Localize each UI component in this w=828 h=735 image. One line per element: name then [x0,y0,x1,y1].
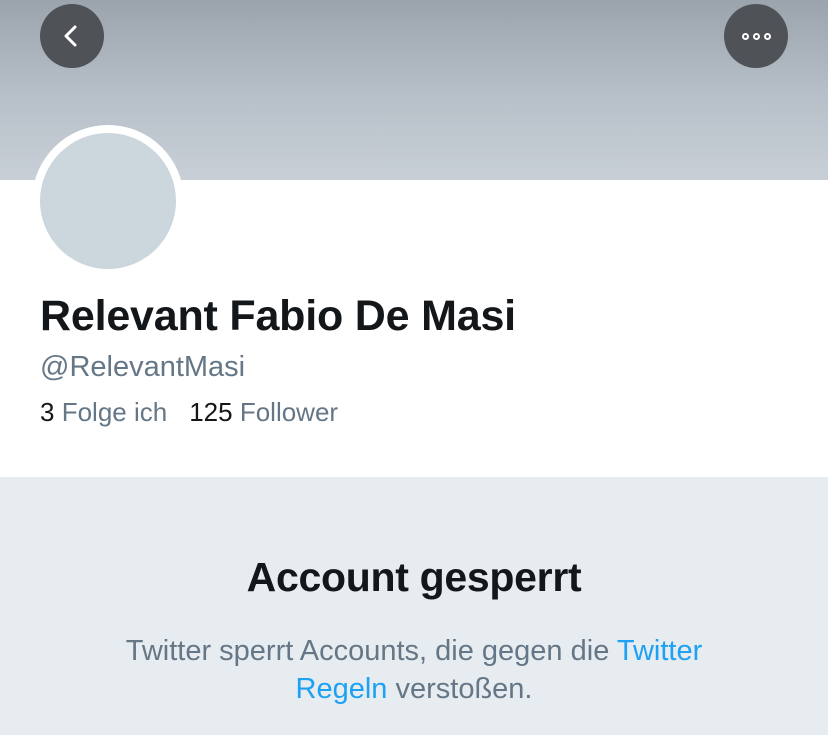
profile-stats: 3 Folge ich 125 Follower [40,397,338,428]
following-count: 3 [40,397,55,427]
followers-stat[interactable]: 125 Follower [189,397,338,428]
suspended-message-end: verstoßen. [387,673,533,705]
following-stat[interactable]: 3 Folge ich [40,397,167,428]
chevron-left-icon [64,25,77,47]
suspended-message-start: Twitter sperrt Accounts, die gegen die [125,635,617,667]
display-name: Relevant Fabio De Masi [40,292,516,340]
suspended-message: Twitter sperrt Accounts, die gegen die T… [80,632,748,708]
user-handle: @RelevantMasi [40,351,246,383]
more-horizontal-icon [741,32,771,40]
following-label: Folge ich [61,397,168,427]
back-button[interactable] [40,4,104,68]
avatar[interactable] [40,133,176,269]
avatar-frame [32,125,184,277]
followers-count: 125 [189,397,233,427]
suspended-title: Account gesperrt [246,554,582,600]
followers-label: Follower [239,397,339,427]
more-options-button[interactable] [724,4,788,68]
suspended-notice: Account gesperrt Twitter sperrt Accounts… [0,477,828,735]
